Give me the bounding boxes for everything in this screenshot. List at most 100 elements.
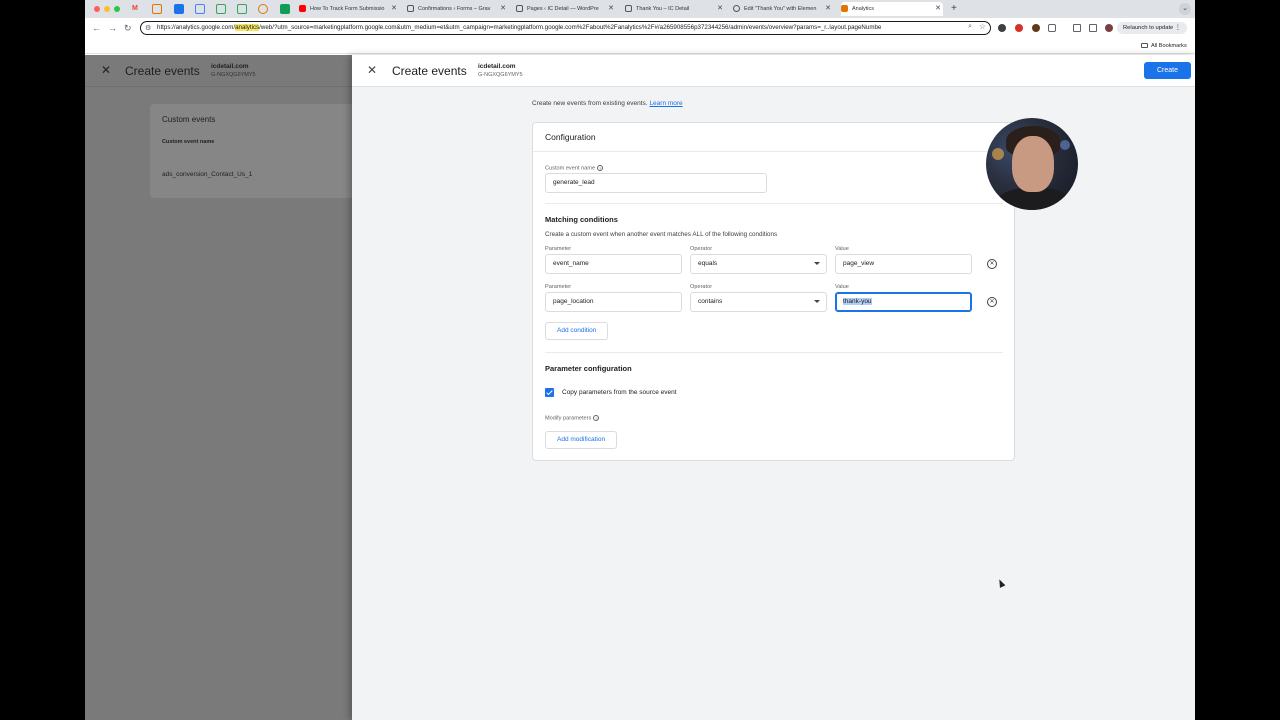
wordpress-icon bbox=[516, 5, 523, 12]
tab-close-icon[interactable]: ✕ bbox=[391, 2, 397, 16]
parameter-label: Parameter bbox=[545, 246, 572, 252]
person-face bbox=[1012, 136, 1054, 192]
panel-header: ✕ Create events icdetail.com G-NGXQG6YMY… bbox=[352, 55, 1195, 87]
tab-confirmations[interactable]: Confirmations ‹ Forms – Grav ✕ bbox=[407, 2, 508, 16]
pinned-tab-plus[interactable] bbox=[280, 4, 290, 14]
property-name: icdetail.com bbox=[211, 63, 249, 70]
profile-avatar[interactable] bbox=[1105, 24, 1113, 32]
pinned-tab-analytics[interactable] bbox=[152, 4, 162, 14]
elementor-icon bbox=[733, 5, 740, 12]
browser-toolbar: ← → ↻ ⚙ https://analytics.google.com/ana… bbox=[85, 18, 1195, 38]
operator-label: Operator bbox=[690, 246, 713, 252]
help-icon[interactable]: ? bbox=[593, 415, 600, 421]
mouse-cursor bbox=[996, 578, 1006, 588]
remove-condition-icon[interactable]: ✕ bbox=[987, 259, 997, 269]
tab-title: Analytics bbox=[852, 6, 875, 12]
close-window-dot[interactable] bbox=[94, 6, 100, 12]
pinned-tab-gmail[interactable]: M bbox=[132, 4, 142, 14]
table-row: ads_conversion_Contact_Us_1 bbox=[162, 171, 253, 178]
pinned-tab-sheets[interactable] bbox=[216, 4, 226, 14]
condition-1-value-input[interactable]: page_view bbox=[835, 254, 972, 274]
add-condition-button[interactable]: Add condition bbox=[545, 322, 609, 340]
pinned-tab-app[interactable] bbox=[258, 4, 268, 14]
operator-label: Operator bbox=[690, 284, 713, 290]
background-panel: ✕ Create events icdetail.com G-NGXQG6YMY… bbox=[85, 55, 352, 720]
side-panel-icon[interactable] bbox=[1089, 24, 1097, 32]
custom-event-name-input[interactable]: generate_lead bbox=[545, 173, 767, 193]
add-modification-button[interactable]: Add modification bbox=[545, 431, 618, 449]
condition-1-operator-select[interactable]: equals bbox=[690, 254, 827, 274]
site-settings-icon[interactable]: ⚙ bbox=[145, 24, 151, 32]
tab-pages[interactable]: Pages ‹ IC Detail — WordPre ✕ bbox=[516, 2, 616, 16]
copy-parameters-checkbox[interactable] bbox=[545, 388, 554, 397]
tab-elementor[interactable]: Edit "Thank You" with Elemen ✕ bbox=[733, 2, 833, 16]
bookmark-star-icon[interactable]: ☆ bbox=[979, 22, 986, 31]
matching-conditions-description: Create a custom event when another event… bbox=[545, 231, 778, 238]
reload-icon[interactable]: ↻ bbox=[124, 22, 132, 34]
all-bookmarks-button[interactable]: All Bookmarks bbox=[1141, 41, 1187, 51]
minimize-window-dot[interactable] bbox=[104, 6, 110, 12]
pinned-tab-facebook[interactable] bbox=[174, 4, 184, 14]
tab-analytics[interactable]: Analytics ✕ bbox=[841, 2, 943, 16]
pinned-tab-calendar[interactable] bbox=[195, 4, 205, 14]
youtube-icon bbox=[299, 5, 306, 12]
tab-youtube[interactable]: How To Track Form Submissio ✕ bbox=[299, 2, 399, 16]
card-title: Custom events bbox=[162, 115, 216, 124]
bookmarks-bar: All Bookmarks bbox=[85, 38, 1195, 54]
extension-icon[interactable] bbox=[1015, 24, 1023, 32]
pinned-tab-drive[interactable] bbox=[237, 4, 247, 14]
condition-1-parameter-input[interactable]: event_name bbox=[545, 254, 682, 274]
divider bbox=[545, 352, 1003, 353]
dropdown-caret-icon bbox=[814, 300, 820, 303]
condition-2-parameter-input[interactable]: page_location bbox=[545, 292, 682, 312]
configuration-title: Configuration bbox=[545, 132, 596, 142]
parameter-configuration-title: Parameter configuration bbox=[545, 364, 632, 373]
forward-arrow-icon[interactable]: → bbox=[108, 22, 117, 34]
remove-condition-icon[interactable]: ✕ bbox=[987, 297, 997, 307]
tab-close-icon[interactable]: ✕ bbox=[608, 2, 614, 16]
create-button[interactable]: Create bbox=[1144, 62, 1191, 79]
panel-title: Create events bbox=[392, 64, 467, 78]
tab-title: Pages ‹ IC Detail — WordPre bbox=[527, 6, 599, 12]
intro-label: Create new events from existing events. bbox=[532, 100, 648, 107]
extension-icon[interactable] bbox=[1032, 24, 1040, 32]
new-tab-button[interactable]: + bbox=[951, 2, 957, 16]
close-icon[interactable]: ✕ bbox=[367, 63, 377, 77]
condition-2-operator-select[interactable]: contains bbox=[690, 292, 827, 312]
relaunch-button[interactable]: Relaunch to update ⋮ bbox=[1117, 22, 1187, 34]
media-controls-icon[interactable] bbox=[1073, 24, 1081, 32]
address-bar[interactable]: ⚙ https://analytics.google.com/analytics… bbox=[140, 21, 991, 35]
tab-close-icon[interactable]: ✕ bbox=[935, 2, 941, 16]
matching-conditions-title: Matching conditions bbox=[545, 215, 618, 224]
extensions-puzzle-icon[interactable] bbox=[1048, 24, 1056, 32]
operator-value: equals bbox=[698, 260, 718, 267]
tab-title: Confirmations ‹ Forms – Grav bbox=[418, 6, 491, 12]
tab-close-icon[interactable]: ✕ bbox=[825, 2, 831, 16]
extension-icon[interactable] bbox=[998, 24, 1006, 32]
wordpress-icon bbox=[407, 5, 414, 12]
zoom-window-dot[interactable] bbox=[114, 6, 120, 12]
url-text: https://analytics.google.com/analytics/w… bbox=[157, 24, 882, 31]
condition-2-value-input[interactable]: thank-you bbox=[835, 292, 972, 312]
learn-more-link[interactable]: Learn more bbox=[649, 100, 682, 107]
selected-text: thank-you bbox=[843, 298, 872, 305]
tab-search-chevron-icon[interactable]: ⌄ bbox=[1179, 3, 1191, 15]
background-header: ✕ Create events icdetail.com G-NGXQG6YMY… bbox=[85, 55, 352, 87]
intro-text: Create new events from existing events. … bbox=[532, 100, 683, 107]
copy-parameters-label: Copy parameters from the source event bbox=[562, 389, 677, 396]
tab-close-icon[interactable]: ✕ bbox=[717, 2, 723, 16]
modify-parameters-label: Modify parameters? bbox=[545, 415, 600, 422]
tab-title: Edit "Thank You" with Elemen bbox=[744, 6, 817, 12]
help-icon[interactable]: ? bbox=[597, 165, 604, 171]
divider bbox=[533, 151, 1016, 152]
back-arrow-icon[interactable]: ← bbox=[92, 22, 101, 34]
tab-close-icon[interactable]: ✕ bbox=[500, 2, 506, 16]
tab-thank-you[interactable]: Thank You – IC Detail ✕ bbox=[625, 2, 725, 16]
zoom-icon[interactable]: ⌕ bbox=[968, 23, 972, 31]
browser-window: M How To Track Form Submissio ✕ Confirma… bbox=[85, 0, 1195, 720]
background-title: Create events bbox=[125, 64, 200, 78]
configuration-card: Configuration Custom event name? generat… bbox=[532, 122, 1016, 461]
value-label: Value bbox=[835, 246, 849, 252]
bokeh-light bbox=[992, 148, 1004, 160]
wordpress-icon bbox=[625, 5, 632, 12]
